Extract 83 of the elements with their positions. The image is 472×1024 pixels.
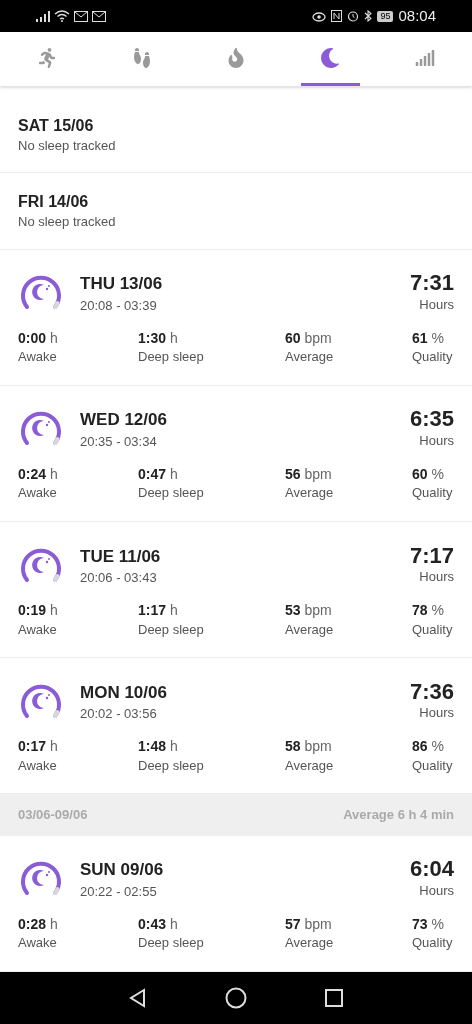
day-title: FRI 14/06 — [18, 192, 90, 213]
total-unit: Hours — [419, 882, 454, 900]
stat-label: Awake — [18, 485, 58, 502]
total-sleep: 6:35 — [409, 405, 454, 433]
sleep-time-range: 20:22 - 02:55 — [80, 883, 158, 900]
flame-icon — [226, 47, 246, 68]
stat-label: Deep sleep — [138, 935, 205, 952]
footprints-icon — [131, 47, 152, 68]
day-title: THU 13/06 — [80, 273, 164, 295]
total-sleep: 7:36 — [409, 677, 454, 706]
mail-icon — [74, 10, 88, 22]
stat-value: 56 bpm — [285, 465, 333, 484]
stat-value: 60 % — [412, 465, 445, 484]
stat-value: 0:24 h — [18, 465, 59, 484]
recents-icon[interactable] — [323, 988, 344, 1008]
stat-value: 0:00 h — [18, 329, 59, 348]
no-sleep-note: No sleep tracked — [18, 137, 117, 154]
stat-label: Deep sleep — [138, 757, 205, 774]
stat-label: Average — [285, 935, 335, 952]
stat-label: Average — [285, 349, 335, 366]
day-title: TUE 11/06 — [80, 545, 162, 567]
stat-label: Average — [285, 621, 335, 638]
runner-icon — [37, 47, 58, 68]
no-sleep-note: No sleep tracked — [18, 214, 117, 231]
stat-value: 60 bpm — [285, 329, 333, 348]
stat-value: 1:17 h — [138, 602, 179, 620]
sleep-time-range: 20:02 - 03:56 — [80, 705, 158, 723]
stat-label: Quality — [412, 349, 454, 366]
stat-value: 58 bpm — [285, 738, 333, 756]
bluetooth-icon — [364, 10, 373, 22]
stat-label: Quality — [412, 935, 454, 952]
stat-value: 73 % — [412, 915, 445, 934]
signal-icon — [36, 10, 50, 22]
stat-value: 1:30 h — [138, 329, 179, 348]
stat-label: Awake — [18, 757, 58, 774]
stat-label: Quality — [412, 621, 454, 638]
home-icon[interactable] — [225, 987, 247, 1009]
battery-level: 95 — [377, 10, 394, 22]
nfc-icon — [331, 10, 343, 22]
total-sleep: 7:31 — [409, 269, 454, 297]
stat-label: Deep sleep — [138, 485, 205, 502]
moon-icon — [320, 47, 341, 68]
stat-label: Average — [285, 485, 335, 502]
stat-value: 53 bpm — [285, 602, 333, 620]
day-title: SUN 09/06 — [80, 859, 165, 881]
stat-label: Awake — [18, 935, 58, 952]
bar-chart-icon — [414, 47, 435, 68]
sleep-time-range: 20:06 - 03:43 — [80, 569, 158, 586]
stat-label: Average — [285, 757, 335, 774]
total-unit: Hours — [419, 432, 454, 450]
stat-value: 57 bpm — [285, 915, 333, 934]
stat-label: Quality — [412, 485, 454, 502]
stat-value: 0:19 h — [18, 602, 59, 620]
stat-value: 86 % — [412, 738, 445, 756]
stat-value: 0:28 h — [18, 915, 59, 934]
week-range: 03/06-09/06 — [18, 806, 88, 825]
stat-label: Deep sleep — [138, 349, 205, 366]
stat-label: Quality — [412, 757, 454, 774]
stat-value: 0:17 h — [18, 738, 59, 756]
wifi-icon — [54, 10, 70, 22]
stat-value: 0:47 h — [138, 465, 179, 484]
stat-value: 0:43 h — [138, 915, 179, 934]
alarm-icon — [347, 10, 360, 22]
total-sleep: 6:04 — [409, 855, 454, 883]
day-title: SAT 15/06 — [18, 115, 95, 136]
clock: 08:04 — [398, 5, 436, 26]
stat-label: Awake — [18, 621, 58, 638]
stat-value: 61 % — [412, 329, 445, 348]
total-sleep: 7:17 — [409, 541, 454, 569]
eye-icon — [312, 10, 327, 22]
stat-value: 1:48 h — [138, 738, 179, 756]
total-unit: Hours — [419, 296, 454, 314]
week-average: Average 6 h 4 min — [343, 806, 454, 825]
sleep-time-range: 20:35 - 03:34 — [80, 433, 158, 450]
stat-value: 78 % — [412, 602, 445, 620]
day-title: MON 10/06 — [80, 681, 168, 703]
stat-label: Deep sleep — [138, 621, 205, 638]
day-title: WED 12/06 — [80, 409, 168, 431]
total-unit: Hours — [419, 705, 454, 722]
sleep-time-range: 20:08 - 03:39 — [80, 297, 158, 314]
mail-icon — [92, 10, 106, 22]
total-unit: Hours — [419, 569, 454, 586]
stat-label: Awake — [18, 349, 58, 366]
